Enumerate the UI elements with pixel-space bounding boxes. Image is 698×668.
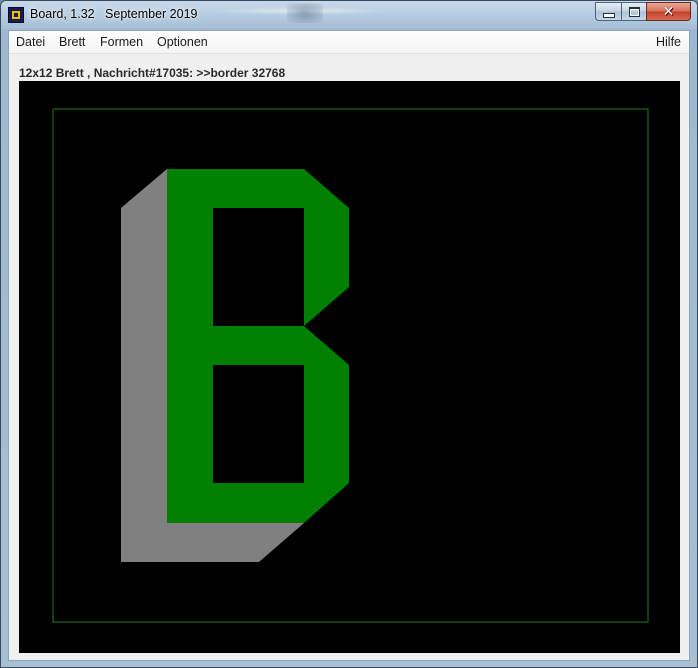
menu-optionen[interactable]: Optionen (154, 35, 211, 49)
close-icon: ✕ (662, 3, 675, 20)
title-bar[interactable]: Board, 1.32 September 2019 ✕ (1, 1, 697, 29)
maximize-button[interactable] (621, 2, 646, 21)
glyph-letter-b (167, 169, 349, 523)
minimize-button[interactable] (595, 2, 621, 21)
client-area: Datei Brett Formen Optionen Hilfe 12x12 … (8, 30, 690, 661)
app-icon[interactable] (8, 7, 24, 23)
window-controls: ✕ (595, 2, 691, 21)
close-button[interactable]: ✕ (646, 2, 691, 21)
maximize-icon (628, 6, 640, 17)
title-bar-glare (287, 3, 323, 23)
app-window: Board, 1.32 September 2019 ✕ Datei Brett… (0, 0, 698, 668)
board-svg (52, 108, 649, 623)
menu-hilfe[interactable]: Hilfe (653, 35, 684, 49)
board-canvas[interactable] (19, 81, 680, 653)
menu-bar: Datei Brett Formen Optionen Hilfe (9, 31, 689, 54)
menu-brett[interactable]: Brett (56, 35, 88, 49)
status-message: 12x12 Brett , Nachricht#17035: >>border … (19, 66, 286, 80)
menu-formen[interactable]: Formen (97, 35, 146, 49)
minimize-icon (602, 12, 615, 18)
window-title: Board, 1.32 September 2019 (30, 7, 198, 21)
menu-datei[interactable]: Datei (13, 35, 48, 49)
